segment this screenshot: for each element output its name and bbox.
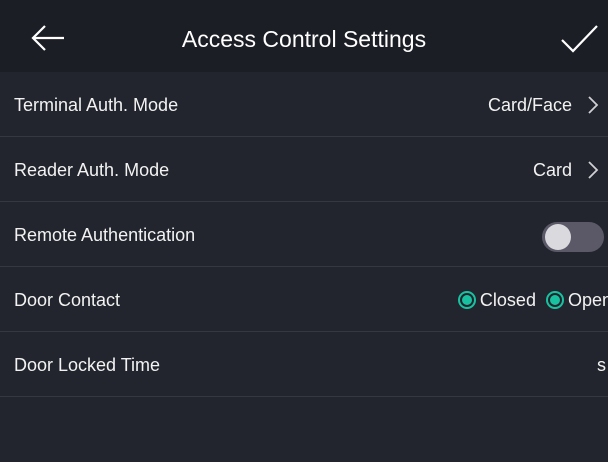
door-contact-open-label: Open bbox=[567, 290, 608, 310]
remote-authentication-label: Remote Authentication bbox=[14, 225, 196, 245]
door-locked-time-unit: s bbox=[597, 355, 606, 375]
reader-auth-mode-row[interactable]: Reader Auth. Mode Card bbox=[0, 137, 608, 202]
settings-list: Terminal Auth. Mode Card/Face Reader Aut… bbox=[0, 72, 608, 462]
radio-selected-icon bbox=[457, 291, 476, 309]
door-contact-label: Door Contact bbox=[14, 290, 121, 310]
terminal-auth-mode-label: Terminal Auth. Mode bbox=[14, 95, 179, 115]
confirm-button[interactable] bbox=[558, 22, 600, 56]
header-bar: Access Control Settings bbox=[0, 0, 608, 72]
terminal-auth-mode-value: Card/Face bbox=[487, 95, 572, 115]
reader-auth-mode-label: Reader Auth. Mode bbox=[14, 160, 170, 180]
radio-selected-icon bbox=[545, 291, 564, 309]
access-control-settings-screen: Access Control Settings Terminal Auth. M… bbox=[0, 0, 608, 462]
chevron-right-icon bbox=[588, 96, 599, 114]
checkmark-icon bbox=[561, 25, 598, 53]
door-contact-radio-group: Closed Open bbox=[448, 287, 608, 313]
reader-auth-mode-value: Card bbox=[532, 160, 572, 180]
toggle-knob bbox=[545, 224, 571, 250]
door-contact-row: Door Contact Closed Open bbox=[0, 267, 608, 332]
page-title: Access Control Settings bbox=[181, 26, 427, 52]
door-contact-closed-radio[interactable]: Closed bbox=[457, 287, 536, 313]
chevron-right-icon bbox=[588, 161, 599, 179]
door-locked-time-row[interactable]: Door Locked Time s bbox=[0, 332, 608, 397]
door-locked-time-label: Door Locked Time bbox=[14, 355, 161, 375]
door-contact-closed-label: Closed bbox=[479, 290, 536, 310]
door-contact-open-radio[interactable]: Open bbox=[545, 287, 608, 313]
remote-authentication-toggle[interactable] bbox=[542, 222, 604, 252]
terminal-auth-mode-row[interactable]: Terminal Auth. Mode Card/Face bbox=[0, 72, 608, 137]
remote-authentication-row: Remote Authentication bbox=[0, 202, 608, 267]
